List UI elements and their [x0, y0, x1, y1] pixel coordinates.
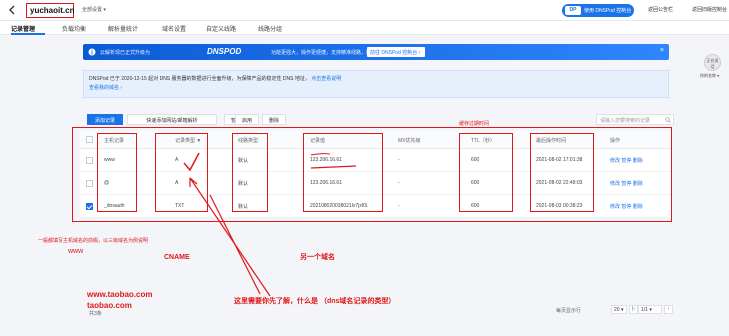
value-top-mark	[310, 153, 331, 156]
annotation-strokes	[183, 152, 357, 297]
arrow-to-type-column	[189, 177, 271, 297]
page-select[interactable]: 1/1 ▾	[638, 305, 662, 314]
value-underline	[310, 165, 357, 169]
next-page-icon[interactable]: ›	[664, 305, 673, 314]
webcam-avatar: 正在说话	[704, 54, 721, 71]
page-size-label: 每页显示行	[556, 308, 582, 314]
arrow-second-stroke	[209, 194, 261, 295]
webcam-name[interactable]: 你的名称 ▾	[700, 73, 719, 79]
first-page-icon[interactable]: |‹	[629, 305, 638, 314]
checkmark-icon	[183, 152, 200, 172]
page-size-select[interactable]: 20 ▾	[611, 305, 627, 314]
total-count: 共3条	[89, 311, 102, 317]
